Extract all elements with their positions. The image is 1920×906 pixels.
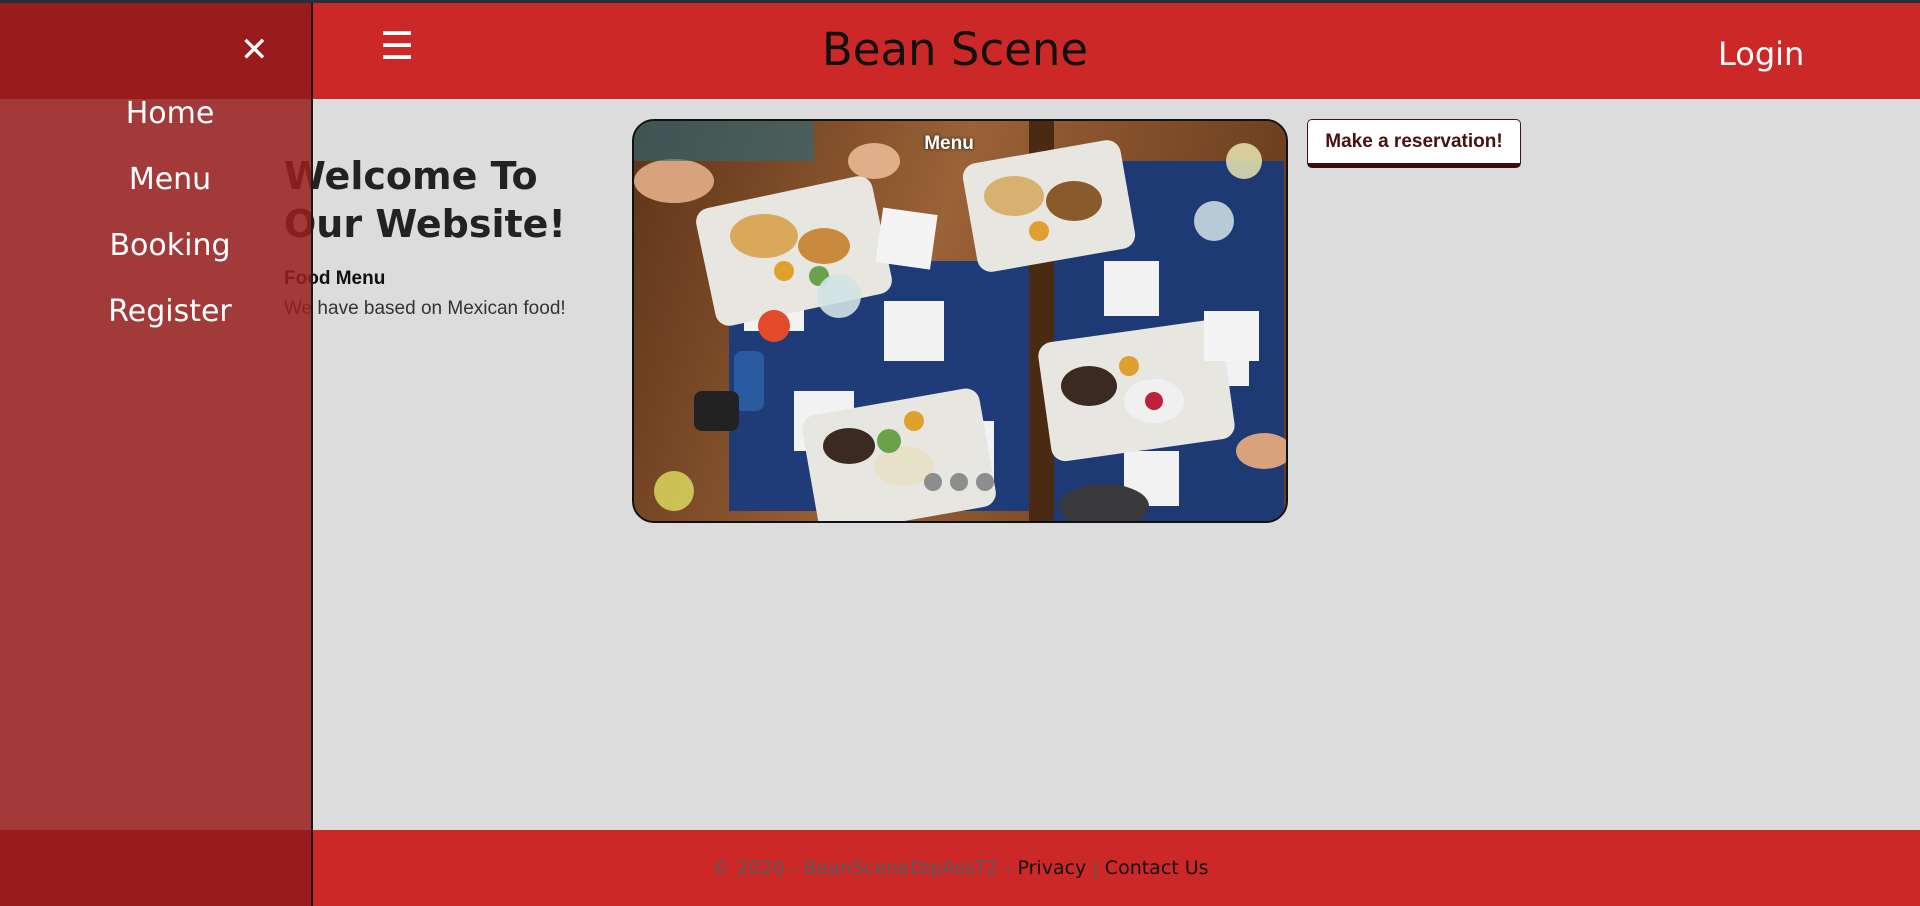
carousel-dot-1[interactable] (924, 473, 942, 491)
footer-separator: | (1092, 857, 1099, 879)
privacy-link[interactable]: Privacy (1018, 857, 1087, 879)
carousel-dot-2[interactable] (950, 473, 968, 491)
sidenav-item-home[interactable]: Home (0, 93, 340, 159)
carousel-indicators (924, 473, 994, 491)
food-photo (634, 121, 1286, 521)
sidenav-list: Home Menu Booking Register (0, 93, 340, 357)
close-icon[interactable]: ✕ (240, 33, 269, 67)
hamburger-icon[interactable]: ☰ (380, 27, 414, 65)
carousel-caption: Menu (924, 133, 974, 154)
make-reservation-button[interactable]: Make a reservation! (1307, 119, 1521, 168)
copyright-text: © 2020 - BeanSceneDipAssT2 - (711, 857, 1012, 879)
carousel-dot-3[interactable] (976, 473, 994, 491)
sidenav-item-register[interactable]: Register (0, 291, 340, 357)
sidenav-item-booking[interactable]: Booking (0, 225, 340, 291)
login-link[interactable]: Login (1718, 35, 1804, 73)
sidenav-footer-band (0, 830, 311, 906)
side-navigation: ✕ Home Menu Booking Register (0, 3, 313, 906)
sidenav-item-menu[interactable]: Menu (0, 159, 340, 225)
menu-carousel[interactable]: Menu (632, 119, 1288, 523)
site-title: Bean Scene (821, 23, 1089, 76)
contact-us-link[interactable]: Contact Us (1105, 857, 1209, 879)
